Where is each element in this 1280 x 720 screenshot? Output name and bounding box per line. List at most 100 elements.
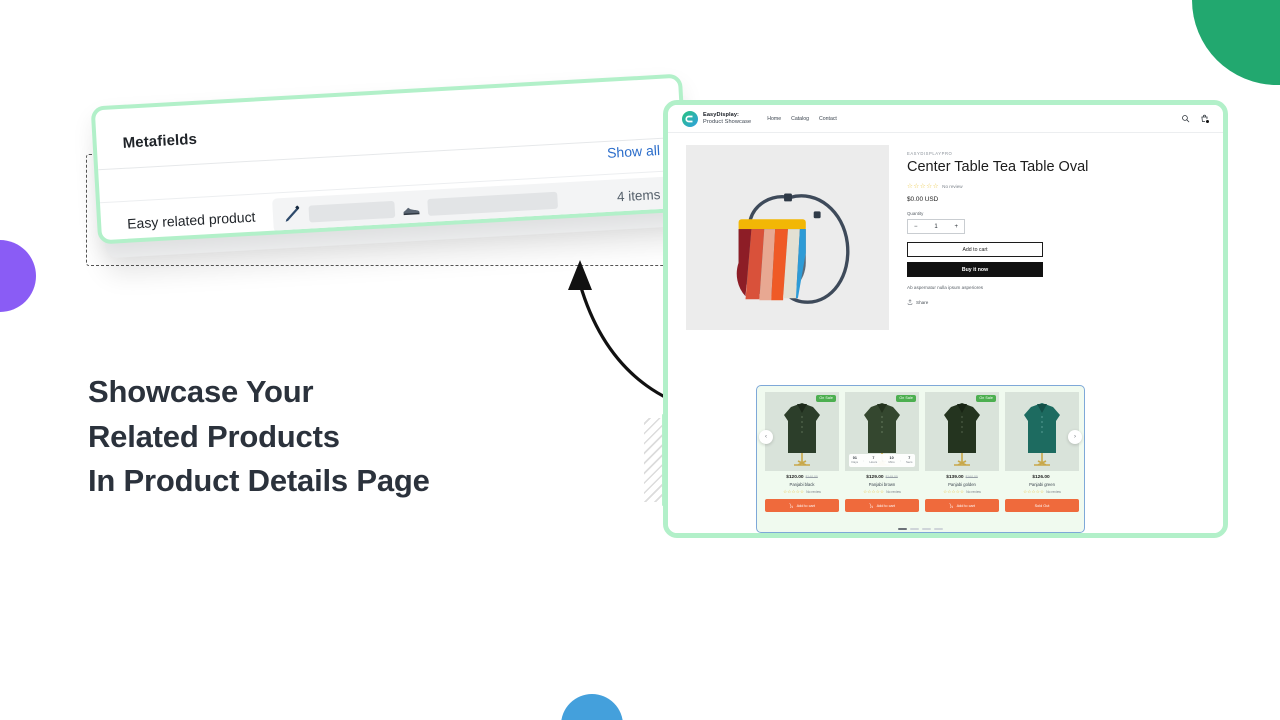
review-count: No review <box>942 183 963 189</box>
product-main-image[interactable] <box>686 145 889 330</box>
show-all-link[interactable]: Show all <box>607 142 661 161</box>
pen-product-thumbnail-icon <box>286 205 300 222</box>
headline-line-3: In Product Details Page <box>88 463 430 498</box>
star-rating-icon: ☆☆☆☆☆ <box>943 489 965 494</box>
star-rating-icon: ☆☆☆☆☆ <box>863 489 885 494</box>
price-row: $120.00 $140.00 <box>765 475 839 480</box>
panjabi-shirt-illustration <box>944 403 980 466</box>
brand-line-2: Product Showcase <box>703 118 752 125</box>
cart-button[interactable] <box>1200 114 1210 124</box>
button-label: Add to cart <box>956 503 975 508</box>
separator: : <box>899 458 901 463</box>
brand-name[interactable]: EasyDisplay: Product Showcase <box>703 112 751 125</box>
countdown-hours-label: Hours <box>869 459 878 464</box>
original-price: $160.00 <box>965 475 978 479</box>
quantity-increment-button[interactable]: + <box>954 224 958 230</box>
items-count: 4 items <box>616 186 661 204</box>
review-count: No review <box>1046 490 1061 494</box>
add-to-cart-button[interactable]: Add to cart <box>925 499 999 512</box>
easydisplay-logo-icon <box>682 110 698 127</box>
product-rating: ☆☆☆☆☆ No review <box>907 182 1209 190</box>
pagination-dot[interactable] <box>898 527 907 530</box>
carousel-next-button[interactable]: › <box>1068 430 1082 444</box>
share-button[interactable]: Share <box>907 299 1209 305</box>
sold-out-button[interactable]: Sold Out <box>1005 499 1079 512</box>
page-title: Showcase Your Related Products In Produc… <box>88 370 568 504</box>
buy-it-now-button[interactable]: Buy it now <box>907 262 1043 277</box>
related-product-card[interactable]: On Sale 01 Days: 7 Hours: 10 Mins: 7 … <box>845 392 919 512</box>
product-name: Panjabi brown <box>868 482 896 487</box>
separator: : <box>882 458 884 463</box>
metafield-label: Easy related product <box>126 208 256 232</box>
price-row: $139.00 $160.00 <box>925 475 999 480</box>
quantity-stepper[interactable]: − 1 + <box>907 219 965 234</box>
storefront-header: EasyDisplay: Product Showcase Home Catal… <box>668 105 1223 133</box>
price-row: $126.00 <box>1005 475 1079 480</box>
on-sale-badge: On Sale <box>816 395 836 402</box>
pagination-dot[interactable] <box>922 527 931 530</box>
pagination-dot[interactable] <box>910 527 919 530</box>
related-product-card[interactable]: On Sale $139.00 $160.00 Panjabi golden ☆… <box>925 392 999 512</box>
review-count: No review <box>886 490 901 494</box>
related-products-carousel: On Sale $120.00 $140.00 Panjabi black ☆☆… <box>756 385 1085 533</box>
carousel-prev-button[interactable]: ‹ <box>759 430 773 444</box>
product-title: Center Table Tea Table Oval <box>907 159 1089 175</box>
review-count: No review <box>966 490 981 494</box>
star-rating-icon: ☆☆☆☆☆ <box>1023 489 1045 494</box>
cart-icon <box>949 503 954 508</box>
related-product-card[interactable]: On Sale $120.00 $140.00 Panjabi black ☆☆… <box>765 392 839 512</box>
placeholder-bar <box>308 200 396 223</box>
countdown-days: 01 Days <box>851 456 859 464</box>
countdown-secs-label: Secs <box>906 459 913 464</box>
sale-price: $129.00 <box>866 475 884 480</box>
decorative-circle-purple <box>0 240 36 312</box>
product-thumbnail[interactable] <box>1005 392 1079 471</box>
promo-banner: Showcase Your Related Products In Produc… <box>0 0 1280 720</box>
countdown-mins: 10 Mins <box>889 456 895 464</box>
add-to-cart-button[interactable]: Add to cart <box>845 499 919 512</box>
metafields-panel: Metafields Show all Easy related product <box>86 73 694 274</box>
add-to-cart-button[interactable]: Add to cart <box>765 499 839 512</box>
nav-item-contact[interactable]: Contact <box>819 116 837 122</box>
product-thumbnail[interactable]: On Sale 01 Days: 7 Hours: 10 Mins: 7 … <box>845 392 919 471</box>
placeholder-bar <box>427 191 559 216</box>
shoe-product-thumbnail-icon <box>403 207 420 215</box>
cart-icon <box>869 503 874 508</box>
decorative-circle-green <box>1192 0 1280 85</box>
product-price: $0.00 USD <box>907 196 939 203</box>
product-thumbnail[interactable]: On Sale <box>765 392 839 471</box>
search-icon[interactable] <box>1181 114 1190 123</box>
pagination-dot[interactable] <box>934 527 943 530</box>
countdown-secs: 7 Secs <box>906 456 913 464</box>
share-label: Share <box>916 299 929 305</box>
panjabi-shirt-illustration <box>1024 403 1060 466</box>
button-label: Sold Out <box>1034 503 1050 508</box>
product-rating: ☆☆☆☆☆ No review <box>1005 489 1079 495</box>
metafields-title: Metafields <box>122 130 198 152</box>
nav-item-home[interactable]: Home <box>767 116 781 122</box>
original-price: $149.00 <box>885 475 898 479</box>
star-rating-icon: ☆☆☆☆☆ <box>907 183 940 190</box>
share-icon <box>907 299 913 305</box>
button-label: Add to cart <box>796 503 815 508</box>
quantity-decrement-button[interactable]: − <box>914 224 918 230</box>
product-rating: ☆☆☆☆☆ No review <box>765 489 839 495</box>
product-rating: ☆☆☆☆☆ No review <box>925 489 999 495</box>
button-label: Add to cart <box>876 503 895 508</box>
product-description: Ab aspernatur nulla ipsum asperiores <box>907 285 984 290</box>
add-to-cart-button[interactable]: Add to cart <box>907 242 1043 257</box>
related-product-card[interactable]: $126.00 Panjabi green ☆☆☆☆☆ No review So… <box>1005 392 1079 512</box>
product-thumbnail[interactable]: On Sale <box>925 392 999 471</box>
product-rating: ☆☆☆☆☆ No review <box>845 489 919 495</box>
product-vendor: EASYDISPLAYPRO <box>907 151 953 156</box>
quantity-label: Quantity <box>907 211 924 216</box>
countdown-timer: 01 Days : 7 Hours : 10 Mins: 7 Secs <box>849 454 915 467</box>
review-count: No review <box>806 490 821 494</box>
countdown-hours: 7 Hours <box>869 456 878 464</box>
carousel-track: On Sale $120.00 $140.00 Panjabi black ☆☆… <box>765 392 1079 512</box>
nav-item-catalog[interactable]: Catalog <box>791 116 809 122</box>
product-name: Panjabi golden <box>948 482 976 487</box>
quantity-value[interactable]: 1 <box>934 224 937 230</box>
countdown-days-label: Days <box>851 459 859 464</box>
product-name: Panjabi green <box>1029 482 1055 487</box>
